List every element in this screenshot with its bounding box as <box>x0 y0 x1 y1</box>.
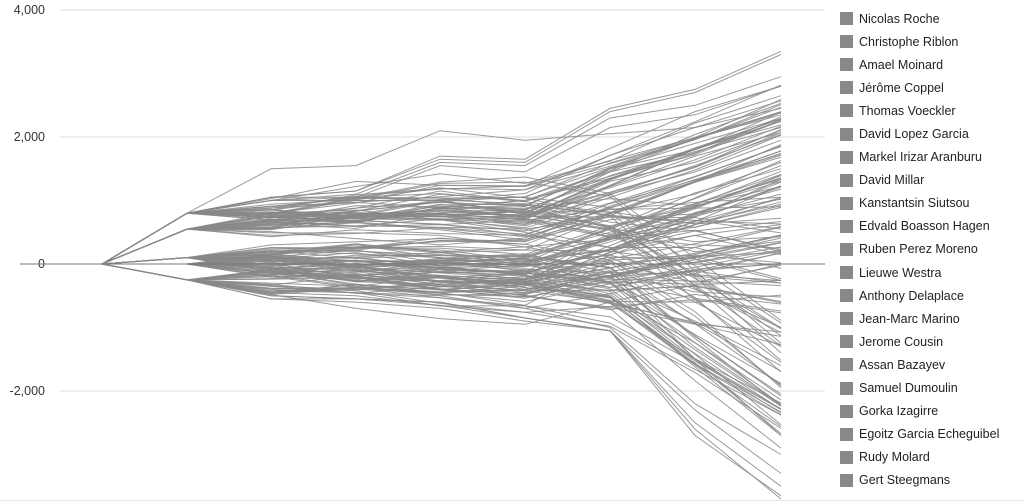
legend-item[interactable]: Thomas Voeckler <box>840 99 999 122</box>
legend-label: Lieuwe Westra <box>859 265 942 280</box>
legend-swatch-icon <box>840 58 853 72</box>
legend-label: Nicolas Roche <box>859 11 940 26</box>
legend-label: Kanstantsin Siutsou <box>859 196 970 211</box>
legend-swatch-icon <box>840 219 853 233</box>
legend-swatch-icon <box>840 381 853 395</box>
legend-label: Gert Steegmans <box>859 473 951 488</box>
legend-label: Samuel Dumoulin <box>859 381 958 396</box>
legend-label: Amael Moinard <box>859 57 944 72</box>
legend-label: Anthony Delaplace <box>859 288 964 303</box>
legend-item[interactable]: Jean-Marc Marino <box>840 307 999 330</box>
legend-item[interactable]: Lieuwe Westra <box>840 261 999 284</box>
legend-swatch-icon <box>840 104 853 118</box>
legend-item[interactable]: Anthony Delaplace <box>840 284 999 307</box>
legend-label: Egoitz Garcia Echeguibel <box>859 427 1000 442</box>
series-line <box>20 76 782 265</box>
legend-label: Ruben Perez Moreno <box>859 242 978 257</box>
y-tick-label: 4,000 <box>14 3 45 17</box>
series-lines <box>20 50 782 500</box>
legend-label: Christophe Riblon <box>859 34 959 49</box>
legend-swatch-icon <box>840 335 853 349</box>
legend-item[interactable]: Markel Irizar Aranburu <box>840 146 999 169</box>
legend-label: Jerome Cousin <box>859 334 944 349</box>
legend-label: Thomas Voeckler <box>859 103 956 118</box>
legend-label: David Millar <box>859 173 925 188</box>
legend-swatch-icon <box>840 404 853 418</box>
legend-item[interactable]: David Millar <box>840 169 999 192</box>
y-axis-ticks: 4,0002,0000-2,000 <box>10 3 46 398</box>
legend-item[interactable]: Christophe Riblon <box>840 30 999 53</box>
legend-item[interactable]: Assan Bazayev <box>840 353 999 376</box>
legend-label: Rudy Molard <box>859 450 930 465</box>
legend-item[interactable]: Samuel Dumoulin <box>840 377 999 400</box>
legend-swatch-icon <box>840 358 853 372</box>
legend-swatch-icon <box>840 127 853 141</box>
legend-item[interactable]: Amael Moinard <box>840 53 999 76</box>
series-line-rider <box>20 95 782 265</box>
legend-swatch-icon <box>840 427 853 441</box>
legend: Nicolas Roche Christophe Riblon Amael Moin… <box>840 7 999 492</box>
legend-item[interactable]: Edvald Boasson Hagen <box>840 215 999 238</box>
legend-label: Edvald Boasson Hagen <box>859 219 990 234</box>
legend-label: Jérôme Coppel <box>859 80 944 95</box>
legend-swatch-icon <box>840 35 853 49</box>
legend-swatch-icon <box>840 173 853 187</box>
legend-item[interactable]: Jérôme Coppel <box>840 76 999 99</box>
legend-label: Markel Irizar Aranburu <box>859 150 982 165</box>
bottom-rule <box>0 500 1024 501</box>
legend-label: Jean-Marc Marino <box>859 311 960 326</box>
legend-item[interactable]: Egoitz Garcia Echeguibel <box>840 423 999 446</box>
legend-swatch-icon <box>840 196 853 210</box>
y-tick-label: -2,000 <box>10 384 45 398</box>
legend-item[interactable]: Ruben Perez Moreno <box>840 238 999 261</box>
legend-item[interactable]: Gert Steegmans <box>840 469 999 492</box>
legend-item[interactable]: David Lopez Garcia <box>840 122 999 145</box>
legend-item[interactable]: Jerome Cousin <box>840 330 999 353</box>
series-line-rider <box>20 100 782 265</box>
legend-swatch-icon <box>840 312 853 326</box>
legend-swatch-icon <box>840 266 853 280</box>
legend-label: Gorka Izagirre <box>859 404 939 419</box>
y-tick-label: 2,000 <box>14 130 45 144</box>
legend-item[interactable]: Nicolas Roche <box>840 7 999 30</box>
legend-item[interactable]: Rudy Molard <box>840 446 999 469</box>
legend-swatch-icon <box>840 12 853 26</box>
legend-swatch-icon <box>840 81 853 95</box>
legend-label: David Lopez Garcia <box>859 127 969 142</box>
legend-swatch-icon <box>840 473 853 487</box>
legend-label: Assan Bazayev <box>859 357 946 372</box>
legend-swatch-icon <box>840 150 853 164</box>
legend-swatch-icon <box>840 450 853 464</box>
legend-item[interactable]: Kanstantsin Siutsou <box>840 192 999 215</box>
legend-item[interactable]: Gorka Izagirre <box>840 400 999 423</box>
legend-swatch-icon <box>840 289 853 303</box>
legend-swatch-icon <box>840 242 853 256</box>
